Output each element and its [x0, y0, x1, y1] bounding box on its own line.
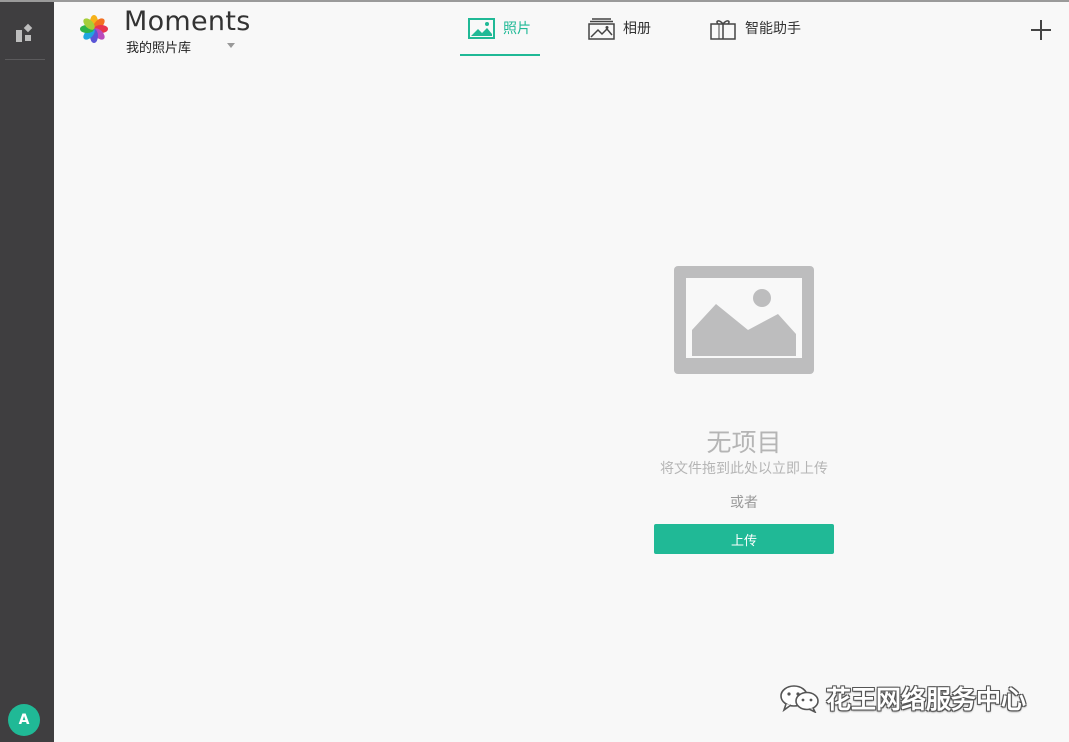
upload-button[interactable]: 上传 [654, 524, 834, 554]
chevron-down-icon[interactable] [227, 43, 235, 48]
plus-icon[interactable] [1030, 19, 1052, 41]
photo-icon [468, 18, 496, 40]
watermark-text: 花王网络服务中心 [826, 685, 1027, 714]
empty-state-subtitle: 将文件拖到此处以立即上传 [660, 461, 828, 477]
apps-grid-icon[interactable] [13, 22, 35, 44]
or-separator: 或者 [730, 495, 758, 511]
app-title: Moments [124, 6, 251, 37]
gift-icon [710, 18, 738, 40]
watermark: 花王网络服务中心 [778, 680, 1026, 716]
library-selector[interactable]: 我的照片库 [126, 37, 191, 56]
tab-photos-label: 照片 [503, 21, 531, 37]
user-avatar[interactable]: A [8, 704, 40, 736]
tab-assistant-label: 智能助手 [745, 21, 801, 37]
window-top-border [0, 0, 1069, 2]
sidebar-divider [5, 59, 45, 60]
sidebar: A [0, 2, 54, 742]
active-tab-indicator [460, 54, 540, 56]
album-icon [588, 18, 616, 40]
moments-logo-icon [80, 15, 108, 43]
tab-albums-label: 相册 [623, 21, 651, 37]
tab-photos[interactable]: 照片 [468, 18, 531, 56]
image-placeholder-icon [674, 266, 814, 374]
tab-albums[interactable]: 相册 [588, 18, 651, 56]
wechat-icon [778, 683, 822, 714]
tab-assistant[interactable]: 智能助手 [710, 18, 801, 56]
empty-state-title: 无项目 [706, 428, 782, 457]
